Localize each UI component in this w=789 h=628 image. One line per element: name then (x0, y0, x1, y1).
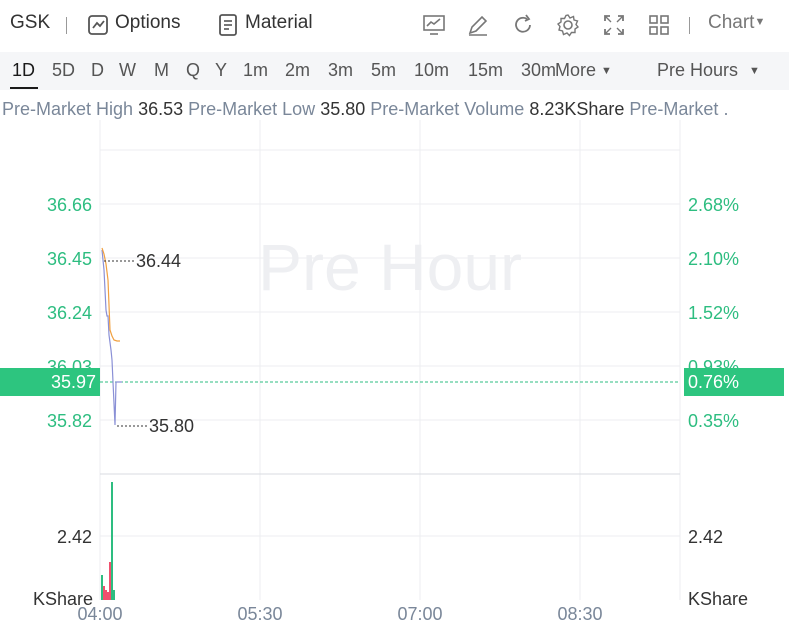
low-label: Pre-Market Low (188, 99, 316, 119)
volume-unit-right: KShare (688, 589, 748, 609)
left-tick: 36.24 (47, 303, 92, 323)
period-bar: 1D 5D D W M Q Y 1m 2m 3m 5m 10m 15m 30m … (0, 52, 789, 90)
price-line (101, 249, 122, 426)
min-price-label: 35.80 (149, 416, 194, 436)
volume-bar (109, 562, 111, 600)
session-label: Pre Hours (657, 60, 739, 80)
chart-grid (99, 120, 681, 600)
volume-label: Pre-Market Volume (370, 99, 525, 119)
session-dropdown[interactable]: Pre Hours ▼ (657, 60, 760, 81)
period-y[interactable]: Y (215, 60, 227, 81)
top-toolbar: GSK Options Material Chart▼ (0, 0, 789, 50)
toolbar-divider (689, 17, 690, 34)
volume-axis-right: 2.42 (688, 527, 723, 547)
price-chart[interactable]: Pre Hour 36.66 36.45 36.24 36.03 35.82 2… (0, 120, 789, 628)
volume-bar (107, 592, 109, 600)
settings-icon[interactable] (555, 12, 581, 38)
layout-icon[interactable] (646, 12, 672, 38)
period-10m[interactable]: 10m (414, 60, 449, 81)
draw-icon[interactable] (465, 12, 491, 38)
volume-bar (113, 590, 115, 600)
volume-bar (103, 586, 105, 600)
high-label: Pre-Market High (2, 99, 134, 119)
period-30m[interactable]: 30m (521, 60, 557, 81)
right-tick: 0.35% (688, 411, 739, 431)
left-tick: 35.82 (47, 411, 92, 431)
volume-value: 8.23KShare (529, 99, 625, 119)
left-tick: 36.45 (47, 249, 92, 269)
symbol-label: GSK (10, 12, 51, 33)
toolbar-divider (66, 17, 67, 34)
high-value: 36.53 (138, 99, 184, 119)
refresh-icon[interactable] (510, 12, 536, 38)
time-tick: 08:30 (557, 604, 602, 624)
volume-bars (101, 482, 115, 600)
options-icon[interactable] (85, 12, 111, 38)
low-value: 35.80 (320, 99, 366, 119)
period-1d[interactable]: 1D (12, 60, 35, 81)
material-button[interactable]: Material (245, 12, 313, 34)
chevron-down-icon: ▼ (754, 16, 766, 28)
period-1m[interactable]: 1m (243, 60, 268, 81)
volume-bar (105, 590, 107, 600)
more-dropdown[interactable]: More ▼ (555, 60, 612, 81)
material-icon[interactable] (215, 12, 241, 38)
options-button[interactable]: Options (115, 12, 180, 34)
caret-down-icon: ▼ (749, 65, 760, 77)
more-label: More (555, 60, 597, 80)
period-5d[interactable]: 5D (52, 60, 75, 81)
time-tick: 05:30 (237, 604, 282, 624)
current-percent-value: 0.76% (688, 372, 739, 392)
time-tick: 07:00 (397, 604, 442, 624)
volume-axis-left: 2.42 (57, 527, 92, 547)
left-tick: 36.66 (47, 195, 92, 215)
right-tick: 2.68% (688, 195, 739, 215)
watermark-text: Pre Hour (258, 230, 522, 304)
period-d[interactable]: D (91, 60, 104, 81)
active-period-indicator (10, 87, 38, 89)
time-tick: 04:00 (77, 604, 122, 624)
period-2m[interactable]: 2m (285, 60, 310, 81)
right-tick: 1.52% (688, 303, 739, 323)
period-w[interactable]: W (119, 60, 136, 81)
indicator-icon[interactable] (421, 12, 447, 38)
chart-type-dropdown[interactable]: Chart▼ (708, 12, 765, 34)
pre-market-info: Pre-Market High 36.53 Pre-Market Low 35.… (2, 99, 728, 120)
period-3m[interactable]: 3m (328, 60, 353, 81)
extra-label: Pre-Market . (629, 99, 729, 119)
right-tick: 2.10% (688, 249, 739, 269)
period-5m[interactable]: 5m (371, 60, 396, 81)
period-q[interactable]: Q (186, 60, 200, 81)
max-price-label: 36.44 (136, 251, 181, 271)
period-m[interactable]: M (154, 60, 169, 81)
caret-down-icon: ▼ (601, 65, 612, 77)
volume-bar (101, 575, 103, 600)
current-price-value: 35.97 (51, 372, 96, 392)
chart-type-label: Chart (708, 12, 755, 33)
fullscreen-icon[interactable] (601, 12, 627, 38)
time-axis: 04:00 05:30 07:00 08:30 (77, 604, 602, 624)
period-15m[interactable]: 15m (468, 60, 503, 81)
volume-bar (111, 482, 113, 600)
